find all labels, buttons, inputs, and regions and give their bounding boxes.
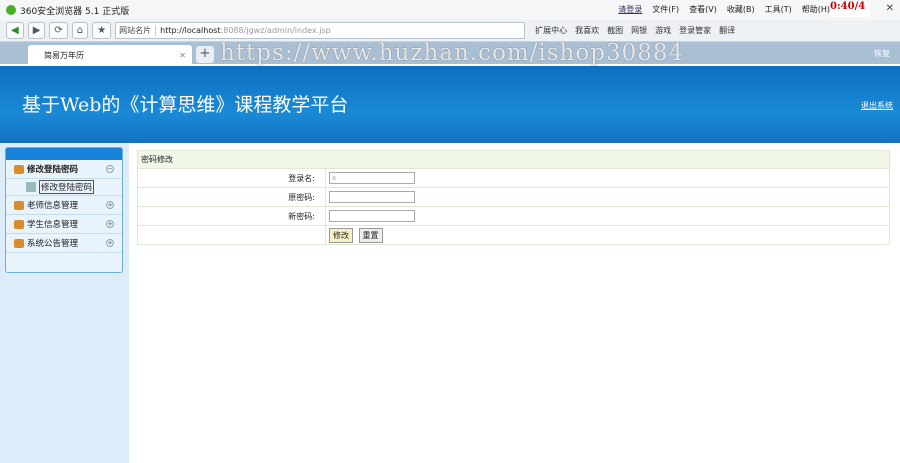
collapse-icon[interactable]: −: [106, 165, 114, 173]
forward-button[interactable]: ▶: [27, 22, 46, 39]
watermark: https://www.huzhan.com/ishop30884: [220, 40, 685, 66]
users-icon: [14, 164, 24, 174]
users-icon: [14, 238, 24, 248]
login-link[interactable]: 请登录: [618, 4, 642, 15]
menu-view[interactable]: 查看(V): [689, 4, 717, 15]
site-card-button[interactable]: 网站名片: [119, 25, 157, 36]
sidebar-item-label: 修改登陆密码: [27, 165, 79, 175]
sidebar-subitem-label: 修改登陆密码: [39, 180, 95, 194]
browser-title: 360安全浏览器 5.1 正式版: [20, 6, 130, 17]
tool-games[interactable]: 游戏: [655, 25, 671, 36]
tool-like[interactable]: 我喜欢: [575, 25, 599, 36]
users-icon: [14, 219, 24, 229]
page-header: 基于Web的《计算思维》课程教学平台 退出系统: [0, 66, 900, 143]
submit-button[interactable]: 修改: [329, 227, 353, 243]
old-password-label: 原密码:: [137, 187, 326, 207]
close-window-icon[interactable]: ✕: [886, 3, 894, 14]
expand-icon[interactable]: +: [106, 201, 114, 209]
sidebar-item-student[interactable]: 学生信息管理 +: [6, 215, 122, 234]
form-icon: [26, 182, 36, 192]
sidebar-item-announcement[interactable]: 系统公告管理 +: [6, 234, 122, 253]
browser-logo-icon: [6, 5, 16, 15]
favorite-star-button[interactable]: ★: [92, 22, 112, 39]
sidebar-item-label: 学生信息管理: [27, 220, 79, 230]
sidebar-item-teacher[interactable]: 老师信息管理 +: [6, 196, 122, 215]
recording-timer: 0:40/4: [830, 1, 870, 17]
tool-extensions[interactable]: 扩展中心: [535, 25, 567, 36]
tool-banking[interactable]: 网银: [631, 25, 647, 36]
new-password-label: 新密码:: [137, 206, 326, 226]
menu-tools[interactable]: 工具(T): [765, 4, 792, 15]
restore-button[interactable]: 恢复: [874, 48, 890, 59]
new-password-input[interactable]: [329, 210, 415, 222]
page-title: 基于Web的《计算思维》课程教学平台: [22, 94, 349, 116]
expand-icon[interactable]: +: [106, 239, 114, 247]
url-host: http://localhost: [160, 26, 221, 35]
sidebar: 修改登陆密码 − 修改登陆密码 老师信息管理 + 学生信息管理 + 系统公告管理 +: [0, 143, 129, 463]
address-bar[interactable]: 网站名片 http://localhost:8088/jgwz/admin/in…: [115, 22, 526, 39]
tab-label: 简易万年历: [44, 51, 84, 60]
home-button[interactable]: ⌂: [71, 22, 89, 39]
nav-bar: ◀ ▶ ⟳ ⌂ ★ 网站名片 http://localhost:8088/jgw…: [0, 20, 900, 42]
login-name-input[interactable]: [329, 172, 415, 184]
menu-favorites[interactable]: 收藏(B): [727, 4, 755, 15]
sidebar-item-change-password[interactable]: 修改登陆密码 −: [6, 160, 122, 179]
close-tab-icon[interactable]: ✕: [179, 51, 186, 60]
sidebar-item-label: 老师信息管理: [27, 201, 79, 211]
form-title: 密码修改: [137, 150, 890, 169]
title-bar: 360安全浏览器 5.1 正式版 请登录 文件(F) 查看(V) 收藏(B) 工…: [0, 0, 900, 20]
url-path: :8088/jgwz/admin/index.jsp: [220, 26, 331, 35]
users-icon: [14, 200, 24, 210]
tab-calendar[interactable]: 简易万年历 ✕: [28, 45, 192, 66]
sidebar-item-label: 系统公告管理: [27, 239, 79, 249]
tool-login-manager[interactable]: 登录管家: [679, 25, 711, 36]
expand-icon[interactable]: +: [106, 220, 114, 228]
sidebar-subitem-change-password[interactable]: 修改登陆密码: [6, 179, 122, 196]
login-name-label: 登录名:: [137, 168, 326, 188]
logout-link[interactable]: 退出系统: [861, 100, 893, 111]
back-button[interactable]: ◀: [6, 22, 24, 39]
tool-translate[interactable]: 翻译: [719, 25, 735, 36]
menu-help[interactable]: 帮助(H): [802, 4, 830, 15]
password-form: 密码修改 登录名: 原密码: 新密码: 修改 重置: [137, 150, 890, 245]
refresh-button[interactable]: ⟳: [49, 22, 68, 39]
old-password-input[interactable]: [329, 191, 415, 203]
new-tab-button[interactable]: +: [196, 46, 214, 63]
reset-button[interactable]: 重置: [358, 227, 383, 243]
tool-screenshot[interactable]: 截图: [607, 25, 623, 36]
menu-file[interactable]: 文件(F): [652, 4, 679, 15]
